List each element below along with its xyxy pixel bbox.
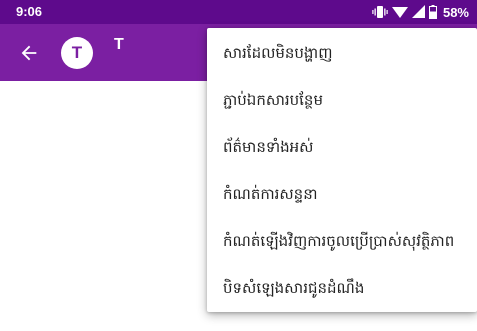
status-time: 9:06	[16, 4, 43, 19]
menu-item-conversation-settings[interactable]: កំណត់ការសន្ទនា	[207, 172, 477, 219]
battery-icon	[428, 5, 437, 19]
menu-item-all-media[interactable]: ព័ត៌មានទាំងអស់	[207, 125, 477, 172]
signal-icon	[411, 5, 425, 18]
menu-item-mute-notifications[interactable]: បិទសំឡេងសារជូនដំណឹង	[207, 266, 477, 313]
arrow-back-icon	[21, 45, 37, 61]
overflow-menu: សារដែលមិនបង្ហាញ ភ្ជាប់ឯកសារបន្ថែម ព័ត៌មា…	[207, 28, 477, 312]
avatar-letter: T	[71, 43, 83, 62]
vibrate-icon	[372, 6, 388, 18]
menu-item-hidden-messages[interactable]: សារដែលមិនបង្ហាញ	[207, 31, 477, 78]
menu-item-reset-secure-session[interactable]: កំណត់ឡើងវិញការចូលប្រើប្រាស់សុវត្ថិភាព	[207, 219, 477, 266]
chat-title[interactable]: T	[114, 36, 124, 54]
avatar[interactable]: T	[61, 37, 93, 69]
status-icons: 58%	[372, 3, 469, 21]
menu-item-attach-file[interactable]: ភ្ជាប់ឯកសារបន្ថែម	[207, 78, 477, 125]
back-button[interactable]	[18, 42, 40, 64]
status-bar: 9:06 58%	[0, 0, 477, 24]
wifi-icon	[391, 7, 408, 18]
battery-percentage: 58%	[442, 4, 469, 20]
